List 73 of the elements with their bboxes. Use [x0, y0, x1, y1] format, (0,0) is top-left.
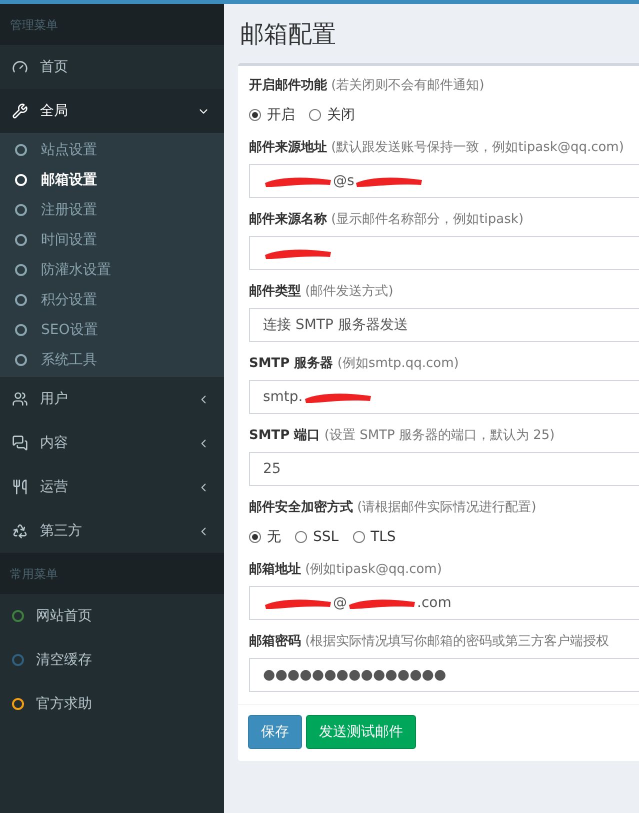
radio-icon[interactable] — [352, 531, 365, 543]
field-label: SMTP 端口 (设置 SMTP 服务器的端口，默认为 25) — [249, 427, 556, 444]
chat-icon — [12, 435, 28, 451]
field-value: @s — [333, 173, 354, 189]
radio-icon[interactable] — [249, 531, 261, 543]
menu-item[interactable]: 第三方 — [0, 509, 224, 553]
circle-icon — [15, 174, 27, 186]
submenu-item[interactable]: 注册设置 — [0, 195, 224, 225]
submenu-item[interactable]: 防灌水设置 — [0, 255, 224, 285]
radio-option[interactable]: 关闭 — [309, 106, 355, 124]
field-label: 邮箱密码 (根据实际情况填写你邮箱的密码或第三方客户端授权 — [249, 632, 610, 650]
field-label: 邮件来源名称 (显示邮件名称部分，例如tipask) — [249, 211, 525, 228]
circle-icon — [15, 294, 27, 306]
circle-icon — [15, 354, 27, 366]
section-header: 管理菜单 — [10, 18, 58, 32]
field-label: SMTP 服务器 (例如smtp.qq.com) — [249, 355, 460, 372]
menu-label: 全局 — [40, 102, 69, 120]
field-value: smtp. — [263, 389, 303, 405]
field-label: 邮箱地址 (例如tipask@qq.com) — [249, 561, 443, 578]
input-field[interactable]: ●●●●●●●●●●●●●●● — [249, 658, 639, 692]
users-icon — [12, 391, 28, 407]
input-field[interactable]: 25 — [249, 452, 639, 486]
circle-icon — [15, 204, 27, 216]
circle-icon — [15, 234, 27, 246]
utensils-icon — [12, 479, 28, 495]
radio-option[interactable]: SSL — [295, 528, 339, 546]
submenu-item[interactable]: 时间设置 — [0, 225, 224, 255]
menu-label: 内容 — [40, 434, 69, 452]
radio-icon[interactable] — [309, 109, 321, 121]
radio-option[interactable]: TLS — [352, 528, 396, 546]
recycle-icon — [12, 523, 28, 539]
menu-label: 运营 — [40, 478, 69, 496]
submenu-item[interactable]: 站点设置 — [0, 135, 224, 165]
wrench-icon — [12, 103, 28, 119]
menu-item[interactable]: 内容 — [0, 421, 224, 465]
menu-item[interactable]: 清空缓存 — [0, 638, 224, 682]
menu-item[interactable]: 首页 — [0, 45, 224, 89]
menu-label: 用户 — [40, 390, 69, 408]
field-label: 邮件来源地址 (默认跟发送账号保持一致，例如tipask@qq.com) — [249, 139, 625, 156]
submenu-item[interactable]: 系统工具 — [0, 345, 224, 375]
save-button[interactable]: 保存 — [248, 715, 302, 749]
input-field[interactable] — [249, 236, 639, 270]
field-label: 邮件安全加密方式 (请根据邮件实际情况进行配置) — [249, 498, 538, 516]
input-field[interactable]: smtp. — [249, 380, 639, 414]
field-value: 25 — [263, 461, 281, 477]
radio-icon[interactable] — [295, 531, 307, 543]
menu-item[interactable]: 全局 — [0, 89, 224, 133]
field-label: 邮件类型 (邮件发送方式) — [249, 283, 394, 300]
submenu-item[interactable]: SEO设置 — [0, 315, 224, 345]
radio-icon[interactable] — [249, 109, 261, 121]
gauge-icon — [12, 59, 28, 75]
radio-option[interactable]: 开启 — [249, 106, 295, 124]
field-label: 开启邮件功能 (若关闭则不会有邮件通知) — [249, 76, 486, 94]
menu-item[interactable]: 用户 — [0, 377, 224, 421]
submenu-item[interactable]: 积分设置 — [0, 285, 224, 315]
menu-label: 首页 — [40, 58, 69, 76]
circle-icon — [15, 144, 27, 156]
select-field[interactable]: 连接 SMTP 服务器发送 — [249, 308, 639, 342]
menu-item[interactable]: 运营 — [0, 465, 224, 509]
section-header: 常用菜单 — [10, 567, 58, 581]
circle-icon — [15, 324, 27, 336]
input-field[interactable]: @ .com — [249, 586, 639, 620]
input-field[interactable]: @s — [249, 164, 639, 198]
menu-label: 第三方 — [40, 522, 83, 540]
menu-item[interactable]: 网站首页 — [0, 594, 224, 638]
circle-icon — [15, 264, 27, 276]
radio-option[interactable]: 无 — [249, 528, 281, 546]
field-value: ●●●●●●●●●●●●●●● — [263, 667, 446, 683]
field-value: @ — [333, 595, 347, 611]
menu-item[interactable]: 官方求助 — [0, 682, 224, 726]
page-title: 邮箱配置 — [240, 19, 337, 50]
field-value: .com — [417, 595, 452, 611]
submenu-item[interactable]: 邮箱设置 — [0, 165, 224, 195]
